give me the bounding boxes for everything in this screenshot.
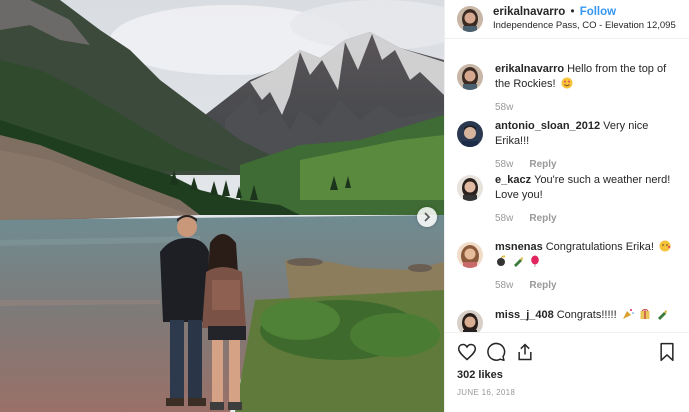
comment-time[interactable]: 58w — [495, 100, 513, 115]
post-header: erikalnavarro • Follow Independence Pass… — [445, 0, 689, 39]
party-popper-emoji-icon — [622, 308, 634, 320]
comment-text: Congratulations Erika! — [545, 241, 654, 253]
post-photo[interactable] — [0, 0, 444, 412]
comment-item: antonio_sloan_2012 Very nice Erika!!! 58w… — [457, 119, 685, 172]
comment-time[interactable]: 58w — [495, 278, 513, 293]
comment-item: msnenas Congratulations Erika! 58w Reply — [457, 240, 685, 293]
comment-bubble-icon[interactable] — [486, 342, 506, 362]
sparkle-bomb-emoji-icon — [495, 255, 507, 267]
mountain-lake-photo — [0, 0, 444, 412]
avatar[interactable] — [457, 121, 483, 147]
post-date[interactable]: JUNE 16, 2018 — [457, 388, 677, 397]
comment-time[interactable]: 58w — [495, 211, 513, 226]
comment-time[interactable]: 58w — [495, 157, 513, 172]
avatar[interactable] — [457, 64, 483, 90]
heart-outline-icon[interactable] — [457, 342, 477, 362]
comment-username[interactable]: miss_j_408 — [495, 309, 554, 321]
comment-item: e_kacz You're such a weather nerd! Love y… — [457, 173, 685, 226]
post-author-username[interactable]: erikalnavarro — [493, 6, 565, 18]
avatar[interactable] — [457, 310, 483, 332]
comment-text: Congrats!!!!! — [556, 309, 617, 321]
share-icon[interactable] — [515, 342, 535, 362]
heart-eyes-emoji-icon — [561, 77, 573, 89]
reply-button[interactable]: Reply — [529, 157, 556, 172]
reply-button[interactable]: Reply — [529, 278, 556, 293]
champagne-emoji-icon — [656, 308, 668, 320]
comment-username[interactable]: erikalnavarro — [495, 63, 564, 75]
tada-box-emoji-icon — [639, 308, 651, 320]
kiss-heart-emoji-icon — [659, 240, 671, 252]
comment-caption: erikalnavarro Hello from the top of the R… — [457, 62, 685, 115]
reply-button[interactable]: Reply — [529, 211, 556, 226]
separator-dot: • — [570, 6, 575, 18]
comment-item: miss_j_408 Congrats!!!!! — [457, 308, 685, 332]
balloon-emoji-icon — [529, 255, 541, 267]
post-actions: 302 likes JUNE 16, 2018 — [445, 332, 689, 397]
chevron-right-icon — [423, 212, 431, 222]
post-side-panel: erikalnavarro • Follow Independence Pass… — [444, 0, 689, 412]
carousel-next-button[interactable] — [417, 207, 437, 227]
like-count[interactable]: 302 likes — [457, 369, 677, 381]
comment-username[interactable]: e_kacz — [495, 174, 531, 186]
follow-button[interactable]: Follow — [580, 6, 616, 18]
bookmark-icon[interactable] — [657, 342, 677, 362]
comment-list[interactable]: erikalnavarro Hello from the top of the R… — [445, 40, 689, 332]
champagne-emoji-icon — [512, 255, 524, 267]
comment-username[interactable]: msnenas — [495, 241, 543, 253]
avatar[interactable] — [457, 242, 483, 268]
avatar[interactable] — [457, 175, 483, 201]
post-location[interactable]: Independence Pass, CO - Elevation 12,095 — [493, 19, 676, 32]
comment-username[interactable]: antonio_sloan_2012 — [495, 120, 600, 132]
avatar[interactable] — [457, 6, 483, 32]
